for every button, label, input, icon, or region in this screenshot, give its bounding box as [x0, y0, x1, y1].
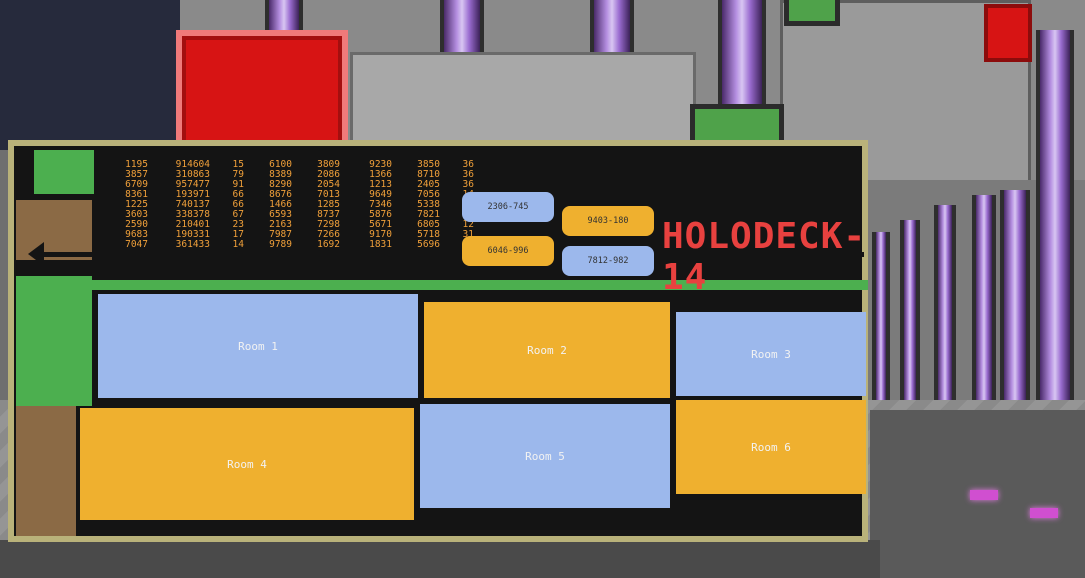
stone-lintel: [350, 52, 696, 148]
chip-1[interactable]: 2306-745: [462, 192, 554, 222]
grid-number: 1831: [369, 239, 392, 250]
grid-number: 1692: [317, 239, 340, 250]
grid-number: 7047: [125, 239, 148, 250]
grid-number: 361433: [175, 239, 210, 250]
monitor-base: [0, 540, 880, 578]
grid-number: 14: [232, 239, 244, 250]
number-grid: 1195 914604 15 6100 3809 9230 3850 36 3857 310863…: [110, 160, 474, 250]
lcars-green-block-top: [34, 150, 94, 194]
room-3-button[interactable]: Room 3: [676, 312, 866, 396]
room-label: Room 2: [527, 343, 567, 357]
purple-pillar-4: [718, 0, 766, 108]
lcars-brown-block-bottom: [16, 406, 76, 536]
purple-pillar-8: [934, 205, 956, 405]
green-block-top: [784, 0, 840, 26]
room-6-button[interactable]: Room 6: [676, 400, 866, 494]
chip-4[interactable]: 7812-982: [562, 246, 654, 276]
room-label: Room 3: [751, 347, 791, 361]
purple-pillar-7: [972, 195, 996, 425]
room-5-button[interactable]: Room 5: [420, 404, 670, 508]
room-2-button[interactable]: Room 2: [424, 302, 670, 398]
room-label: Room 1: [238, 339, 278, 353]
floor-light-2: [1030, 508, 1058, 518]
room-label: Room 4: [227, 457, 267, 471]
floor-light-1: [970, 490, 998, 500]
title: HOLODECK-14: [662, 216, 867, 298]
red-block-small: [984, 4, 1032, 62]
lcars-green-block-left: [16, 276, 92, 406]
purple-pillar-10: [872, 232, 890, 402]
purple-pillar-9: [900, 220, 920, 400]
holodeck-monitor: 1195 914604 15 6100 3809 9230 3850 36 3857 310863…: [8, 140, 868, 542]
grid-number: 9789: [269, 239, 292, 250]
purple-pillar-5: [1036, 30, 1074, 450]
back-arrow-icon[interactable]: [28, 242, 44, 266]
room-4-button[interactable]: Room 4: [80, 408, 414, 520]
room-label: Room 5: [525, 449, 565, 463]
chip-3[interactable]: 6046-996: [462, 236, 554, 266]
room-1-button[interactable]: Room 1: [98, 294, 418, 398]
grid-number: 5696: [417, 239, 440, 250]
chip-2[interactable]: 9403-180: [562, 206, 654, 236]
room-label: Room 6: [751, 440, 791, 454]
